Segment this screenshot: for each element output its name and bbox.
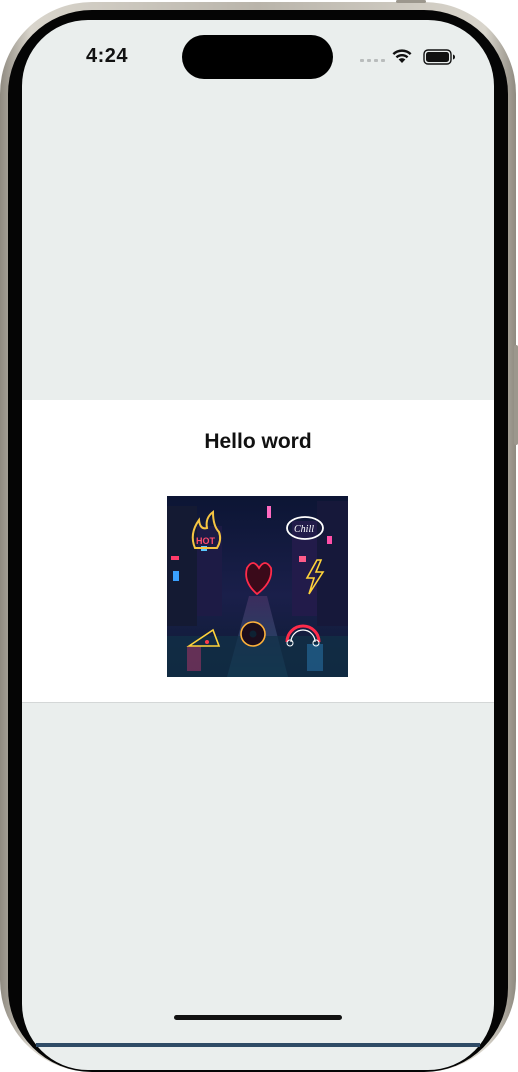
bottom-edge-strip bbox=[36, 1043, 480, 1047]
home-indicator[interactable] bbox=[174, 1015, 342, 1020]
wifi-icon bbox=[392, 49, 412, 63]
dynamic-island bbox=[182, 35, 333, 79]
chill-sticker-text: Chill bbox=[294, 524, 314, 535]
side-button bbox=[514, 345, 518, 445]
side-button-top bbox=[396, 0, 426, 3]
app-screen: 4:24 Hello word HOT Chill bbox=[22, 20, 494, 1070]
content-card: Hello word HOT Chill bbox=[22, 400, 494, 703]
neon-street-image: HOT Chill bbox=[167, 496, 348, 677]
cellular-signal-icon bbox=[360, 59, 385, 62]
battery-icon bbox=[423, 49, 455, 65]
hot-sticker-text: HOT bbox=[196, 536, 216, 546]
status-time: 4:24 bbox=[86, 45, 129, 67]
card-title: Hello word bbox=[204, 430, 312, 453]
